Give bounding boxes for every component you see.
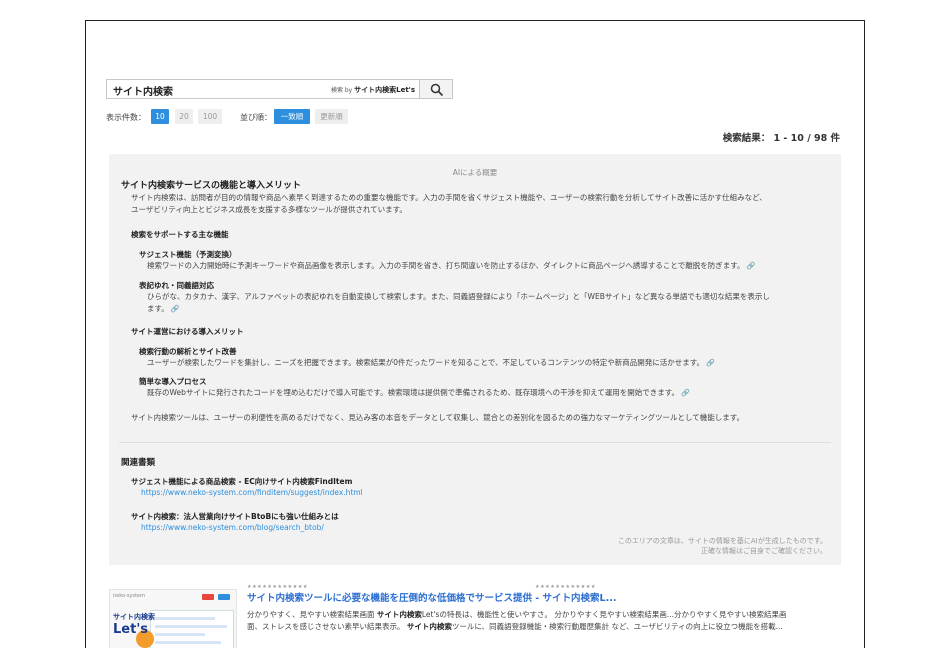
result-title-link[interactable]: サイト内検索ツールに必要な機能を圧倒的な低価格でサービス提供 - サイト内検索L… (247, 590, 616, 604)
ai-item-4-body: 既存のWebサイトに発行されたコードを埋め込むだけで導入可能です。検索環境は提供… (147, 388, 679, 397)
ai-item-4-text: 既存のWebサイトに発行されたコードを埋め込むだけで導入可能です。検索環境は提供… (147, 387, 690, 399)
related-title: 関連書類 (121, 458, 156, 468)
snippet-2b: サイト内検索 (406, 622, 452, 631)
snippet-1c: Let'sの特長は、機能性と使いやすさ。 分かりやすく見やすい検索結果画...分… (421, 610, 787, 619)
ai-item-1-title: サジェスト機能（予測変換） (139, 250, 237, 259)
ai-item-2-line-2: ます。 🔗 (147, 303, 179, 315)
ai-section-1: 検索をサポートする主な機能 (131, 230, 229, 239)
ai-overview-panel: AIによる概要 サイト内検索サービスの機能と導入メリット サイト内検索は、訪問者… (109, 154, 841, 565)
ai-item-3-title: 検索行動の解析とサイト改善 (139, 347, 237, 356)
disclaimer-line-2: 正確な情報はご自身でご確認ください。 (701, 547, 827, 555)
related-item-1-title: サジェスト機能による商品検索 - EC向けサイト内検索FindItem (131, 477, 353, 486)
per-page-10[interactable]: 10 (151, 109, 169, 124)
sort-relevance[interactable]: 一致順 (274, 109, 310, 124)
ai-intro-line-2: ユーザビリティ向上とビジネス成長を支援する多様なツールが提供されています。 (131, 205, 407, 214)
sort-label: 並び順： (240, 113, 272, 122)
link-icon[interactable]: 🔗 (681, 389, 690, 397)
search-query: サイト内検索 (113, 87, 173, 98)
per-page-label: 表示件数： (106, 113, 146, 122)
ai-summary: サイト内検索ツールは、ユーザーの利便性を高めるだけでなく、見込み客の本音をデータ… (131, 413, 744, 422)
search-brand: 検索 by サイト内検索Let's (331, 85, 415, 95)
result-count: 検索結果： 1 - 10 / 98 件 (722, 133, 840, 144)
snippet-2c: ツールに、同義語登録機能・検索行動履歴集計 など、ユーザビリティの向上に役立つ機… (451, 622, 783, 631)
thumb-title-prefix: サイト内検索 (113, 613, 155, 621)
thumb-title: サイト内検索 Let's (113, 612, 155, 637)
thumb-badge-red (202, 594, 214, 600)
ai-intro-line-1: サイト内検索は、訪問者が目的の情報や商品へ素早く到達するための重要な機能です。入… (131, 193, 767, 202)
disclaimer-line-1: このエリアの文章は、サイトの情報を基にAIが生成したものです。 (617, 537, 827, 545)
ai-title: サイト内検索サービスの機能と導入メリット (121, 181, 302, 191)
ai-item-2-body: ます。 (147, 304, 169, 313)
page-frame: サイト内検索 検索 by サイト内検索Let's 表示件数： 10 20 100… (85, 20, 865, 648)
snippet-1b: サイト内検索 (376, 610, 422, 619)
thumb-title-main: Let's (113, 622, 149, 637)
ai-item-1-text: 検索ワードの入力開始時に予測キーワードや商品画像を表示します。入力の手間を省き、… (147, 260, 755, 272)
link-icon[interactable]: 🔗 (746, 262, 755, 270)
brand-name: サイト内検索Let's (354, 86, 415, 94)
divider (119, 442, 831, 443)
sort-updated[interactable]: 更新順 (315, 109, 348, 124)
ai-section-2: サイト運営における導入メリット (131, 327, 244, 336)
brand-prefix: 検索 by (330, 87, 355, 94)
ai-item-2-title: 表記ゆれ・同義語対応 (139, 281, 214, 290)
link-icon[interactable]: 🔗 (706, 359, 715, 367)
ai-item-2-line-1: ひらがな、カタカナ、漢字、アルファベットの表記ゆれを自動変換して検索します。また… (147, 292, 770, 301)
thumb-brand: neko-system (113, 593, 145, 599)
thumb-badge-blue (218, 594, 230, 600)
snippet-1a: 分かりやすく、見やすい検索結果画面 (247, 610, 377, 619)
link-icon[interactable]: 🔗 (171, 305, 180, 313)
snippet-2a: 面、ストレスを感じさせない素早い結果表示。 (247, 622, 407, 631)
ai-item-1-body: 検索ワードの入力開始時に予測キーワードや商品画像を表示します。入力の手間を省き、… (147, 261, 745, 270)
search-icon (430, 83, 444, 97)
result-thumbnail[interactable]: neko-system サイト内検索 Let's (109, 589, 237, 648)
ai-disclaimer: このエリアの文章は、サイトの情報を基にAIが生成したものです。 正確な情報はご自… (618, 536, 827, 556)
search-input[interactable]: サイト内検索 検索 by サイト内検索Let's (106, 79, 419, 99)
ai-item-3-body: ユーザーが検索したワードを集計し、ニーズを把握できます。検索結果が0件だったワー… (147, 358, 704, 367)
ai-item-3-text: ユーザーが検索したワードを集計し、ニーズを把握できます。検索結果が0件だったワー… (147, 357, 715, 369)
per-page-100[interactable]: 100 (198, 109, 222, 124)
thumb-screen (150, 610, 234, 648)
per-page-20[interactable]: 20 (175, 109, 193, 124)
related-item-1-url[interactable]: https://www.neko-system.com/finditem/sug… (141, 488, 363, 497)
search-button[interactable] (419, 79, 453, 99)
related-item-2-title: サイト内検索：法人営業向けサイトBtoBにも強い仕組みとは (131, 512, 339, 521)
result-snippet: 分かりやすく、見やすい検索結果画面 サイト内検索Let'sの特長は、機能性と使い… (247, 609, 787, 633)
related-item-2-url[interactable]: https://www.neko-system.com/blog/search_… (141, 523, 324, 532)
ai-header: AIによる概要 (452, 168, 498, 177)
ai-item-4-title: 簡単な導入プロセス (139, 377, 207, 386)
